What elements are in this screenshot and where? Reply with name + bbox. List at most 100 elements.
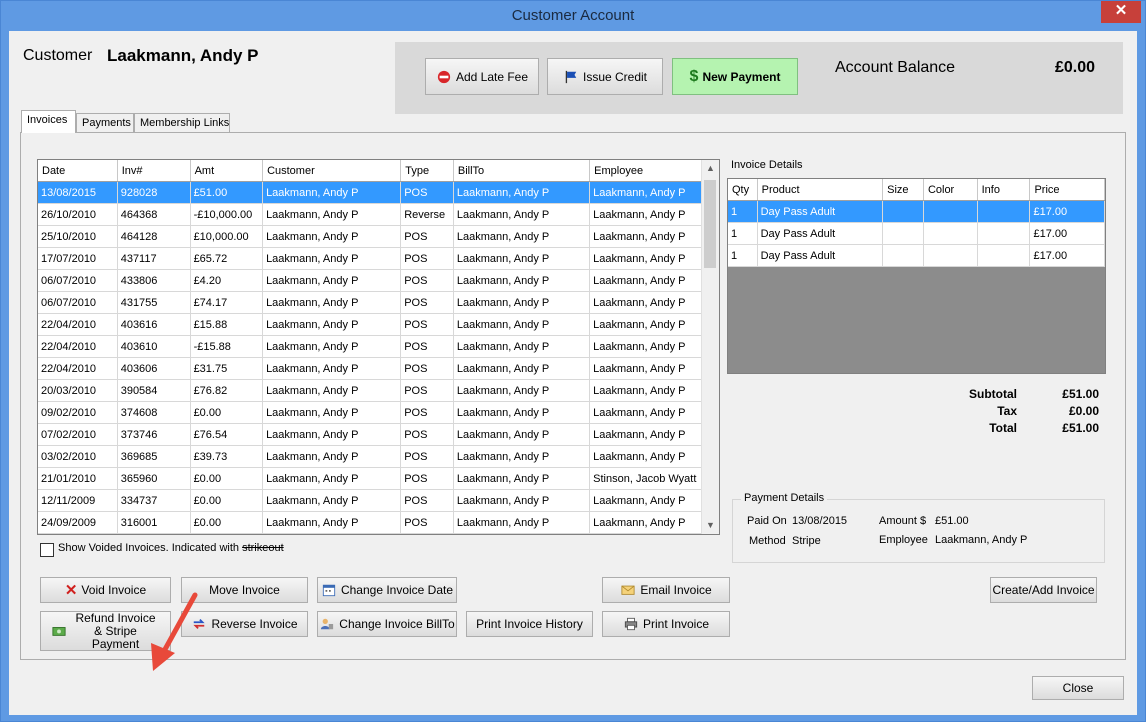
table-cell: £10,000.00 (190, 225, 264, 248)
new-payment-button[interactable]: $ New Payment (672, 58, 798, 95)
table-cell: £39.73 (190, 445, 264, 468)
envelope-icon (621, 585, 635, 595)
table-row[interactable]: 20/03/2010 390584 £76.82 Laakmann, Andy P PO… (38, 379, 703, 402)
table-cell: 1 (728, 244, 758, 267)
table-cell: Laakmann, Andy P (453, 467, 591, 490)
table-cell: £0.00 (190, 467, 264, 490)
tab-payments[interactable]: Payments (76, 113, 134, 132)
invoice-grid[interactable]: Date Inv# Amt Customer Type BillTo Employee 13… (37, 159, 720, 535)
table-row[interactable]: 07/02/2010 373746 £76.54 Laakmann, Andy P PO… (38, 423, 703, 446)
table-cell: £17.00 (1029, 244, 1105, 267)
invoice-column-header[interactable]: Inv# (117, 160, 191, 182)
window-close-icon[interactable]: ✕ (1101, 1, 1141, 23)
details-column-header[interactable]: Info (977, 179, 1031, 201)
email-invoice-button[interactable]: Email Invoice (602, 577, 730, 603)
table-cell: Day Pass Adult (757, 244, 884, 267)
customer-label: Customer (23, 47, 93, 64)
table-cell: 464368 (117, 203, 191, 226)
table-row[interactable]: 06/07/2010 433806 £4.20 Laakmann, Andy P POS… (38, 269, 703, 292)
invoice-details-title: Invoice Details (731, 159, 803, 171)
table-cell: Laakmann, Andy P (453, 291, 591, 314)
table-cell: Laakmann, Andy P (589, 203, 703, 226)
table-cell: £0.00 (190, 401, 264, 424)
table-row[interactable]: 13/08/2015 928028 £51.00 Laakmann, Andy P PO… (38, 181, 703, 204)
table-cell: 464128 (117, 225, 191, 248)
invoice-details-grid[interactable]: Qty Product Size Color Info Price 1 Day Pass A… (727, 178, 1106, 374)
invoice-column-header[interactable]: Type (400, 160, 454, 182)
tab-invoices[interactable]: Invoices (21, 110, 76, 133)
add-late-fee-button[interactable]: Add Late Fee (425, 58, 539, 95)
table-row[interactable]: 26/10/2010 464368 -£10,000.00 Laakmann, And… (38, 203, 703, 226)
table-cell: £17.00 (1029, 200, 1105, 223)
change-invoice-date-button[interactable]: Change Invoice Date (317, 577, 457, 603)
show-voided-checkbox[interactable] (40, 543, 54, 557)
table-row[interactable]: 17/07/2010 437117 £65.72 Laakmann, Andy P PO… (38, 247, 703, 270)
payment-details-legend: Payment Details (741, 492, 828, 504)
table-cell: 334737 (117, 489, 191, 512)
table-row[interactable]: 03/02/2010 369685 £39.73 Laakmann, Andy P PO… (38, 445, 703, 468)
table-cell: Laakmann, Andy P (453, 401, 591, 424)
details-column-header[interactable]: Product (757, 179, 884, 201)
table-cell: 20/03/2010 (38, 379, 118, 402)
table-cell: Laakmann, Andy P (453, 357, 591, 380)
scroll-down-icon[interactable]: ▼ (702, 517, 719, 534)
table-cell: Laakmann, Andy P (453, 269, 591, 292)
table-cell: 09/02/2010 (38, 401, 118, 424)
table-cell: Laakmann, Andy P (589, 247, 703, 270)
invoice-grid-scrollbar[interactable]: ▲ ▼ (701, 160, 719, 534)
table-cell: Laakmann, Andy P (262, 313, 402, 336)
table-cell: £0.00 (190, 511, 264, 534)
tax-label: Tax (997, 404, 1017, 418)
invoice-column-header[interactable]: Date (38, 160, 118, 182)
table-cell: Laakmann, Andy P (589, 313, 703, 336)
table-cell: 1 (728, 222, 758, 245)
table-row[interactable]: 1 Day Pass Adult £17.00 (728, 200, 1105, 223)
scroll-thumb[interactable] (704, 180, 716, 268)
details-column-header[interactable]: Qty (728, 179, 758, 201)
table-row[interactable]: 21/01/2010 365960 £0.00 Laakmann, Andy P POS… (38, 467, 703, 490)
invoice-column-header[interactable]: Amt (190, 160, 264, 182)
table-cell: Laakmann, Andy P (589, 445, 703, 468)
close-button[interactable]: Close (1032, 676, 1124, 700)
table-row[interactable]: 1 Day Pass Adult £17.00 (728, 244, 1105, 267)
table-row[interactable]: 22/04/2010 403606 £31.75 Laakmann, Andy P PO… (38, 357, 703, 380)
no-entry-icon (437, 70, 451, 83)
table-cell: 17/07/2010 (38, 247, 118, 270)
table-row[interactable]: 24/09/2009 316001 £0.00 Laakmann, Andy P POS… (38, 511, 703, 534)
table-row[interactable]: 06/07/2010 431755 £74.17 Laakmann, Andy P PO… (38, 291, 703, 314)
issue-credit-button[interactable]: Issue Credit (547, 58, 663, 95)
details-column-header[interactable]: Price (1029, 179, 1105, 201)
change-invoice-billto-button[interactable]: Change Invoice BillTo (317, 611, 457, 637)
print-invoice-history-button[interactable]: Print Invoice History (466, 611, 593, 637)
customer-account-window: Customer Account ✕ Customer Laakmann, An… (0, 0, 1146, 722)
invoice-column-header[interactable]: Employee (589, 160, 703, 182)
details-column-header[interactable]: Size (882, 179, 924, 201)
scroll-up-icon[interactable]: ▲ (702, 160, 719, 177)
table-cell: Laakmann, Andy P (262, 445, 402, 468)
print-invoice-button[interactable]: Print Invoice (602, 611, 730, 637)
table-cell: POS (400, 291, 454, 314)
table-row[interactable]: 1 Day Pass Adult £17.00 (728, 222, 1105, 245)
table-row[interactable]: 22/04/2010 403610 -£15.88 Laakmann, Andy PP… (38, 335, 703, 358)
table-cell: 373746 (117, 423, 191, 446)
table-cell: 21/01/2010 (38, 467, 118, 490)
table-cell: £0.00 (190, 489, 264, 512)
table-cell: Laakmann, Andy P (262, 511, 402, 534)
table-cell: 22/04/2010 (38, 357, 118, 380)
calendar-icon (322, 584, 336, 597)
invoice-column-header[interactable]: BillTo (453, 160, 591, 182)
create-add-invoice-button[interactable]: Create/Add Invoice (990, 577, 1097, 603)
table-cell: Laakmann, Andy P (262, 467, 402, 490)
table-row[interactable]: 25/10/2010 464128 £10,000.00 Laakmann, Andy… (38, 225, 703, 248)
table-cell: £31.75 (190, 357, 264, 380)
tab-membership-links[interactable]: Membership Links (134, 113, 230, 132)
method-label: Method (749, 535, 786, 547)
table-row[interactable]: 22/04/2010 403616 £15.88 Laakmann, Andy P PO… (38, 313, 703, 336)
table-cell: Laakmann, Andy P (453, 225, 591, 248)
table-cell: POS (400, 181, 454, 204)
table-row[interactable]: 09/02/2010 374608 £0.00 Laakmann, Andy P POS… (38, 401, 703, 424)
table-row[interactable]: 12/11/2009 334737 £0.00 Laakmann, Andy P POS… (38, 489, 703, 512)
table-cell: Laakmann, Andy P (453, 445, 591, 468)
invoice-column-header[interactable]: Customer (262, 160, 402, 182)
details-column-header[interactable]: Color (923, 179, 978, 201)
